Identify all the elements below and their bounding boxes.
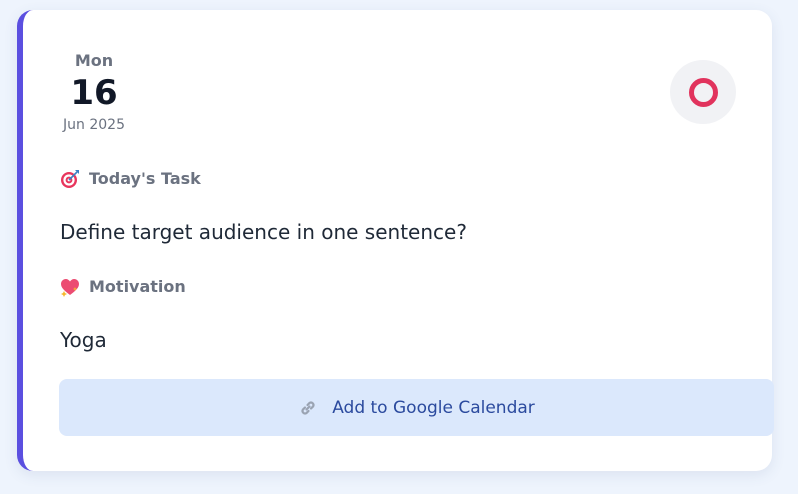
task-text: Define target audience in one sentence? (60, 220, 467, 244)
month-year: Jun 2025 (63, 117, 125, 133)
calendar-button-label: Add to Google Calendar (332, 397, 535, 418)
completion-toggle-button[interactable] (670, 60, 736, 124)
motivation-text: Yoga (60, 328, 107, 352)
day-of-week: Mon (74, 51, 114, 70)
day-number: 16 (70, 73, 118, 113)
motivation-label-text: Motivation (89, 277, 186, 296)
daily-task-card: Mon 16 Jun 2025 Today's Task Define targ… (17, 10, 774, 471)
target-icon (60, 169, 80, 189)
task-label-text: Today's Task (89, 169, 201, 188)
date-block: Mon 16 Jun 2025 (59, 50, 129, 135)
link-icon (298, 398, 318, 418)
circle-icon (688, 77, 718, 107)
add-to-google-calendar-button[interactable]: Add to Google Calendar (59, 379, 774, 436)
sparkling-heart-icon (60, 277, 80, 297)
task-section-label: Today's Task (60, 168, 201, 190)
motivation-section-label: Motivation (60, 276, 186, 298)
